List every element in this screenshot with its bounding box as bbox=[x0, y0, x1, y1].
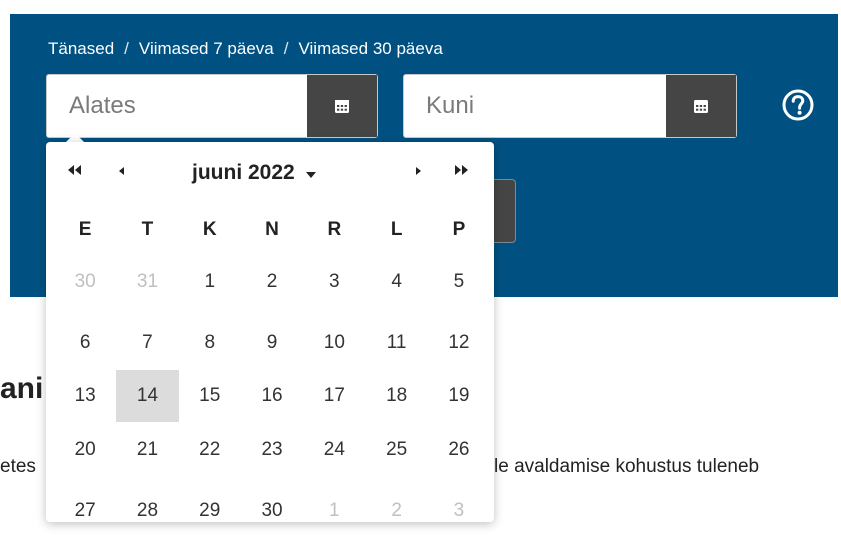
last-month-button[interactable] bbox=[448, 160, 476, 184]
first-month-button[interactable] bbox=[60, 160, 88, 184]
day-cell[interactable]: 13 bbox=[54, 370, 116, 422]
link-separator: / bbox=[124, 39, 129, 58]
datepicker-arrow bbox=[66, 133, 84, 142]
weekday-label: K bbox=[202, 219, 217, 240]
day-cell-highlighted[interactable]: 14 bbox=[116, 370, 179, 422]
day-cell[interactable]: 5 bbox=[428, 256, 490, 308]
link-separator: / bbox=[283, 39, 289, 58]
weekday-header: E T K N R L P bbox=[54, 204, 490, 256]
weekday-label: L bbox=[390, 219, 403, 240]
day-cell[interactable]: 19 bbox=[428, 370, 490, 422]
week-row: 6 7 8 9 10 11 12 bbox=[54, 317, 490, 369]
day-cell[interactable]: 18 bbox=[365, 370, 427, 422]
day-cell[interactable]: 24 bbox=[303, 424, 365, 476]
day-cell[interactable]: 1 bbox=[179, 256, 241, 308]
day-cell[interactable]: 4 bbox=[365, 256, 427, 308]
week-row: 20 21 22 23 24 25 26 bbox=[54, 424, 490, 476]
weekday-label: R bbox=[327, 219, 342, 240]
day-cell[interactable]: 25 bbox=[365, 424, 427, 476]
chevron-right-icon bbox=[414, 163, 422, 181]
link-today[interactable]: Tänased bbox=[48, 39, 114, 59]
datepicker-header: juuni 2022 bbox=[46, 142, 494, 202]
week-row: 13 14 15 16 17 18 19 bbox=[54, 370, 490, 422]
day-cell[interactable]: 2 bbox=[241, 256, 303, 308]
day-cell[interactable]: 8 bbox=[179, 317, 241, 369]
quick-date-links: Tänased / Viimased 7 päeva / Viimased 30… bbox=[48, 38, 443, 60]
day-cell[interactable]: 27 bbox=[54, 485, 116, 537]
link-last-30-days[interactable]: Viimased 30 päeva bbox=[298, 39, 442, 59]
body-text-fragment-left: etes bbox=[0, 456, 36, 477]
prev-month-button[interactable] bbox=[112, 160, 132, 184]
double-chevron-right-icon bbox=[454, 163, 470, 181]
day-cell[interactable]: 28 bbox=[116, 485, 178, 537]
day-cell[interactable]: 15 bbox=[179, 370, 241, 422]
day-cell[interactable]: 1 bbox=[303, 485, 365, 537]
weekday-label: P bbox=[452, 219, 466, 240]
day-cell[interactable]: 29 bbox=[179, 485, 241, 537]
to-calendar-button[interactable] bbox=[666, 75, 736, 137]
day-cell[interactable]: 30 bbox=[54, 256, 116, 308]
datepicker-popup: juuni 2022 E T K N R L P 30 31 1 2 3 4 5… bbox=[46, 142, 494, 522]
double-chevron-left-icon bbox=[66, 163, 82, 181]
day-cell[interactable]: 3 bbox=[303, 256, 365, 308]
next-month-button[interactable] bbox=[408, 160, 428, 184]
day-cell[interactable]: 20 bbox=[54, 424, 116, 476]
day-cell[interactable]: 22 bbox=[179, 424, 241, 476]
from-date-input[interactable] bbox=[47, 75, 309, 137]
day-cell[interactable]: 2 bbox=[365, 485, 427, 537]
body-text-fragment-right: le avaldamise kohustus tuleneb bbox=[494, 456, 760, 477]
day-cell[interactable]: 11 bbox=[365, 317, 427, 369]
day-cell[interactable]: 21 bbox=[116, 424, 178, 476]
day-cell[interactable]: 30 bbox=[241, 485, 303, 537]
caret-down-icon bbox=[305, 161, 317, 185]
from-calendar-button[interactable] bbox=[307, 75, 377, 137]
day-cell[interactable]: 17 bbox=[303, 370, 365, 422]
day-cell[interactable]: 12 bbox=[428, 317, 490, 369]
day-cell[interactable]: 16 bbox=[241, 370, 303, 422]
day-grid: 30 31 1 2 3 4 5 6 7 8 9 10 11 12 13 14 1… bbox=[54, 256, 490, 537]
month-year-selector[interactable]: juuni 2022 bbox=[192, 159, 317, 187]
day-cell[interactable]: 6 bbox=[54, 317, 116, 369]
to-date-input[interactable] bbox=[404, 75, 668, 137]
weekday-label: N bbox=[265, 219, 279, 240]
day-cell[interactable]: 23 bbox=[241, 424, 303, 476]
calendar-icon bbox=[334, 98, 350, 114]
chevron-left-icon bbox=[118, 163, 126, 181]
day-cell[interactable]: 3 bbox=[428, 485, 490, 537]
weekday-label: E bbox=[78, 219, 92, 240]
section-heading-fragment: ani bbox=[0, 372, 44, 405]
week-row: 27 28 29 30 1 2 3 bbox=[54, 485, 490, 537]
day-cell[interactable]: 9 bbox=[241, 317, 303, 369]
weekday-label: T bbox=[141, 219, 154, 240]
week-row: 30 31 1 2 3 4 5 bbox=[54, 256, 490, 308]
day-cell[interactable]: 31 bbox=[116, 256, 178, 308]
link-last-7-days[interactable]: Viimased 7 päeva bbox=[139, 39, 274, 59]
month-year-label: juuni 2022 bbox=[192, 161, 295, 184]
from-date-field bbox=[46, 74, 378, 138]
day-cell[interactable]: 7 bbox=[116, 317, 178, 369]
day-cell[interactable]: 26 bbox=[428, 424, 490, 476]
to-date-field bbox=[403, 74, 737, 138]
day-cell[interactable]: 10 bbox=[303, 317, 365, 369]
calendar-icon bbox=[693, 98, 709, 114]
question-circle-icon[interactable] bbox=[781, 88, 815, 122]
